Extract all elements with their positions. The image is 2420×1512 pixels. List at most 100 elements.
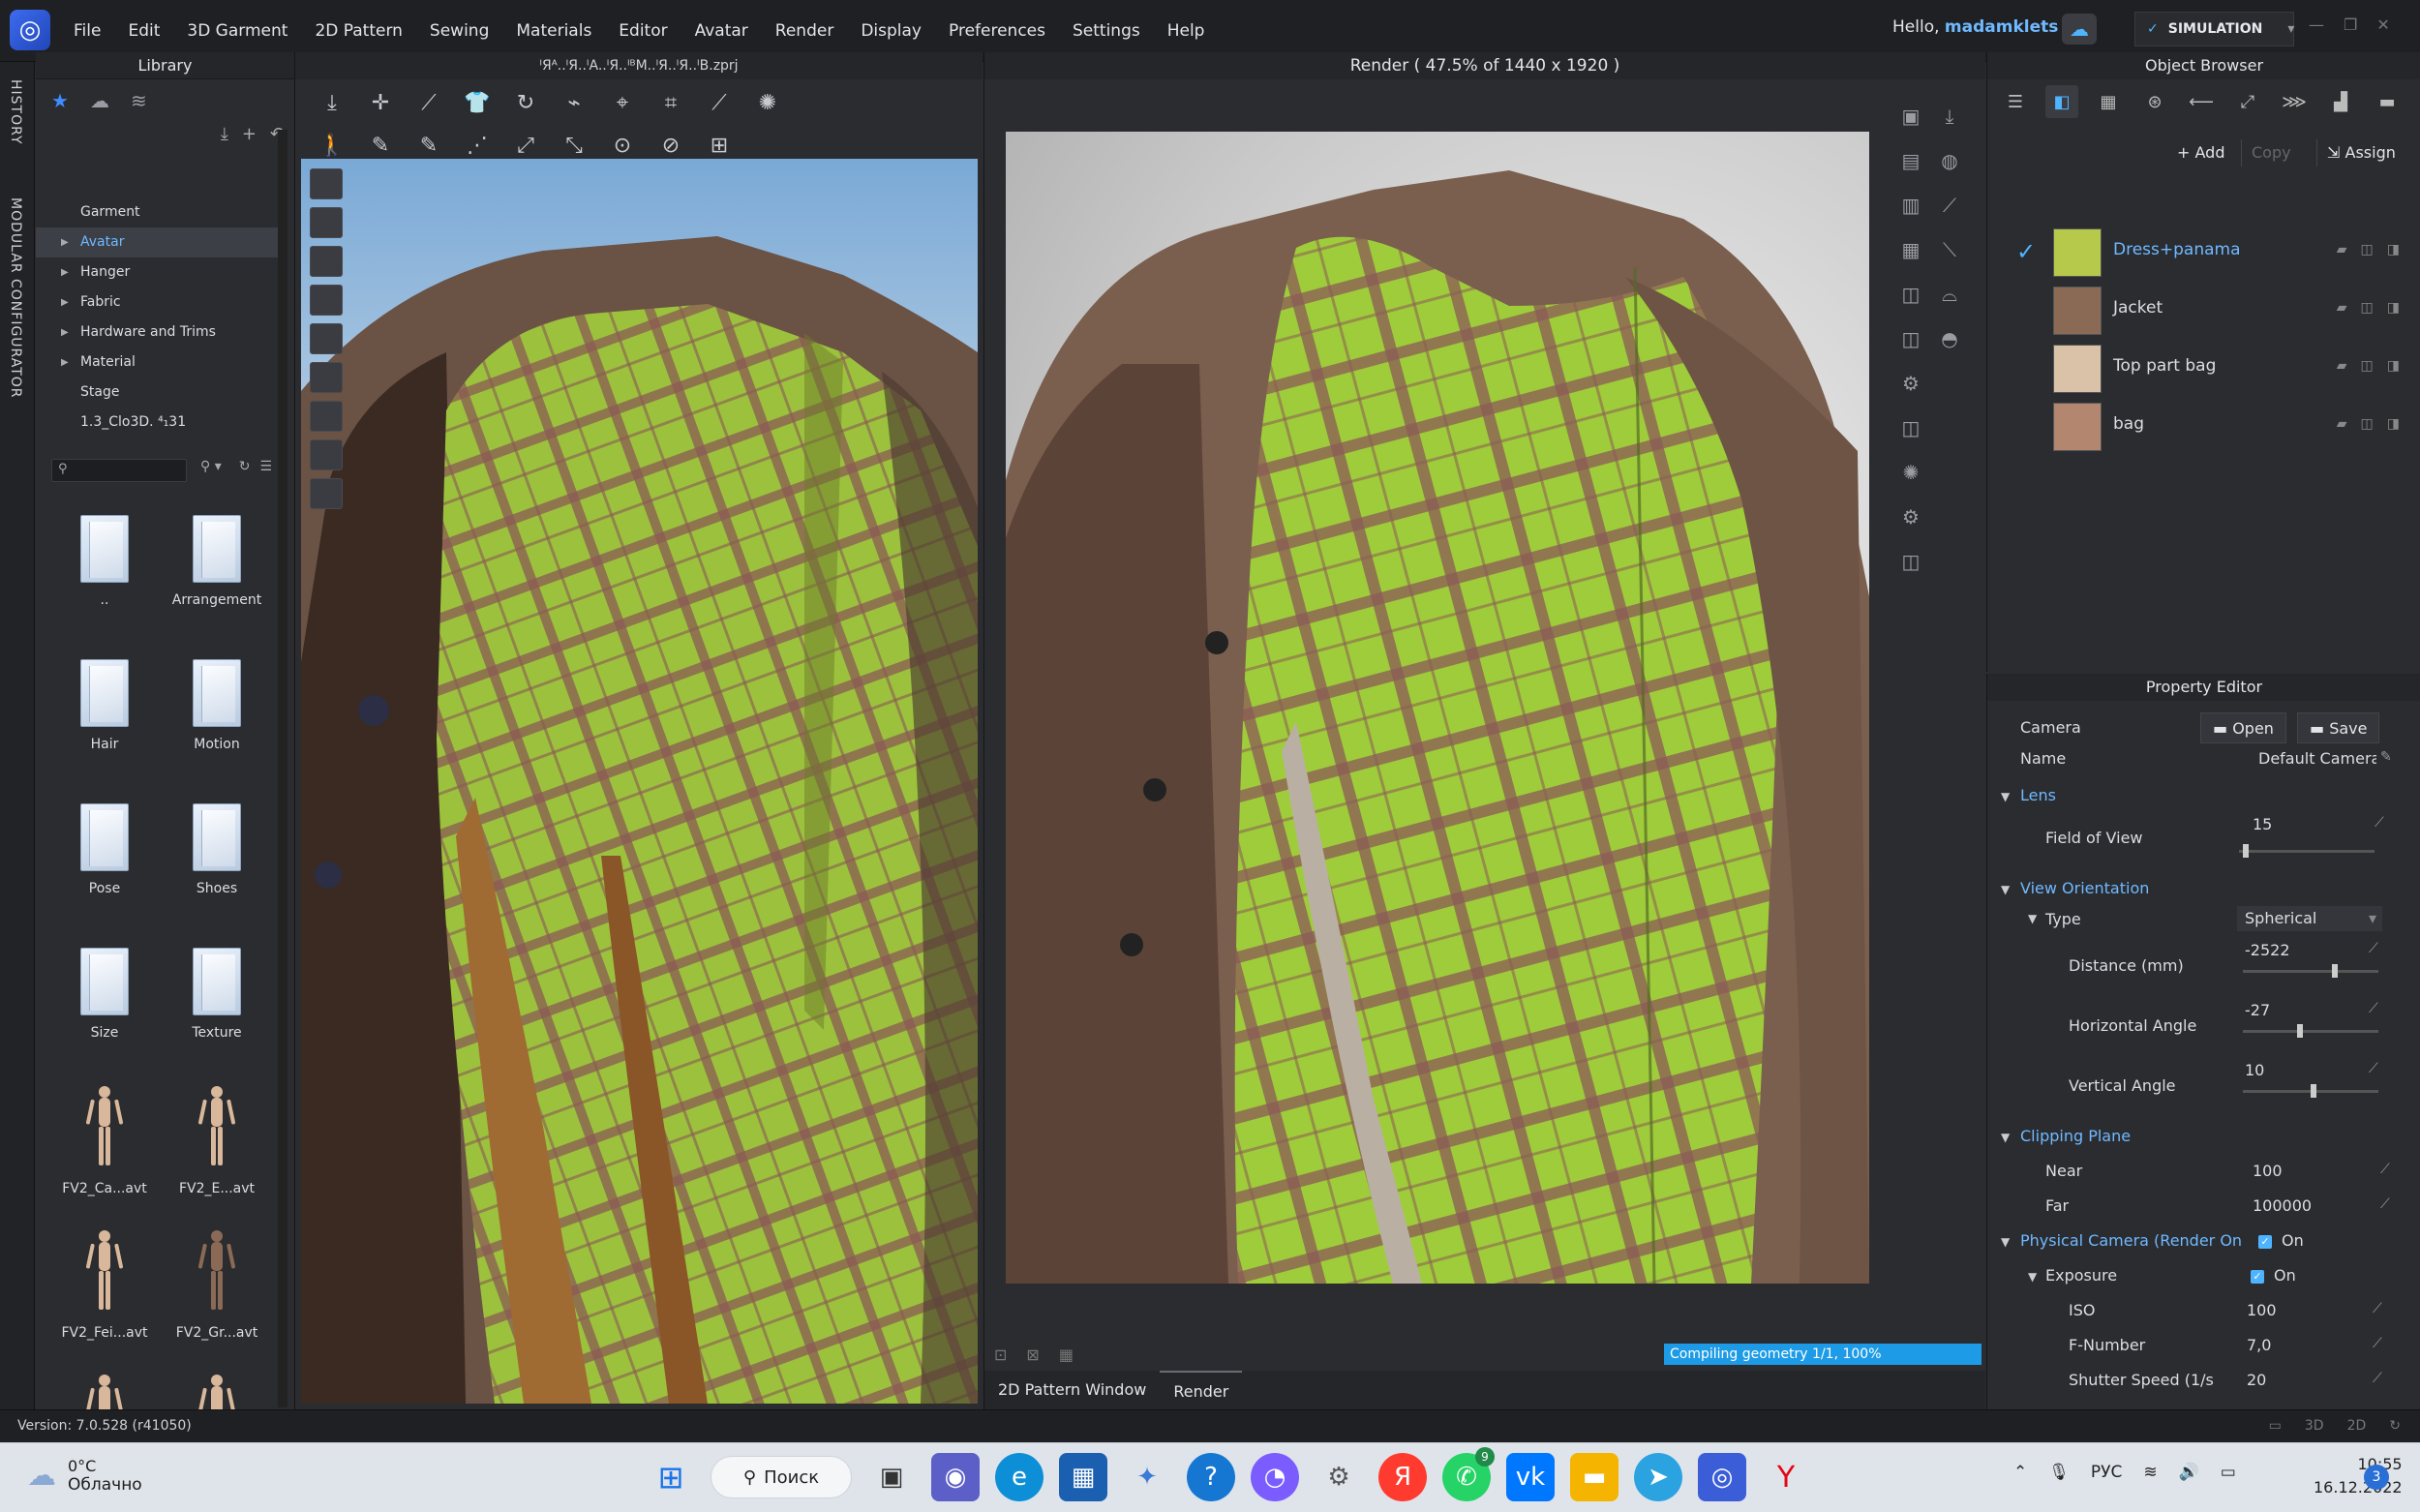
menu-preferences[interactable]: Preferences: [935, 21, 1059, 41]
fabric-copy-icon[interactable]: ◫: [2361, 300, 2374, 316]
refresh-icon[interactable]: ↻: [239, 459, 251, 474]
iso-value[interactable]: 100: [2247, 1301, 2277, 1319]
yandex-browser-icon[interactable]: Y: [1762, 1453, 1810, 1501]
edit-pencil-icon[interactable]: ✎: [2380, 749, 2392, 765]
username[interactable]: madamklets: [1945, 17, 2058, 37]
button-tab-icon[interactable]: ⊛: [2138, 85, 2171, 118]
fabric-copy-icon[interactable]: ◫: [2361, 416, 2374, 432]
library-filter[interactable]: ⚲ ▾ ↻ ☰: [187, 459, 284, 482]
garment-icon[interactable]: 👕: [460, 85, 495, 120]
physical-camera-toggle[interactable]: ✓ On: [2258, 1231, 2304, 1250]
library-tree-item[interactable]: Material: [36, 348, 278, 378]
shutter-speed-value[interactable]: 20: [2247, 1371, 2266, 1389]
library-scrollbar[interactable]: [278, 130, 287, 1407]
exposure-toggle[interactable]: ✓ On: [2251, 1266, 2296, 1285]
cloud-sync-icon[interactable]: ☁: [2062, 14, 2097, 45]
menu-2d-pattern[interactable]: 2D Pattern: [301, 21, 415, 41]
volume-icon[interactable]: 🔊: [2179, 1463, 2199, 1482]
messenger-icon[interactable]: ✦: [1123, 1453, 1171, 1501]
notification-badge[interactable]: 3: [2364, 1465, 2389, 1490]
far-value[interactable]: 100000: [2253, 1196, 2312, 1215]
pin-icon[interactable]: ⟋: [2369, 941, 2378, 956]
menu-avatar[interactable]: Avatar: [681, 21, 762, 41]
edit-curve-icon[interactable]: ✎: [411, 128, 446, 163]
minimize-icon[interactable]: —: [2309, 15, 2324, 34]
menu-materials[interactable]: Materials: [502, 21, 605, 41]
select-mesh-icon[interactable]: ⟋: [411, 85, 446, 120]
pin-icon[interactable]: ⟋: [2373, 1301, 2382, 1316]
seam-icon[interactable]: ⋰: [460, 128, 495, 163]
fabric-list-item[interactable]: Top part bag ▰ ◫ ◨: [1987, 339, 2420, 397]
tab-render[interactable]: Render: [1160, 1371, 1243, 1409]
render-image[interactable]: [1006, 132, 1869, 1284]
fabric-delete-icon[interactable]: ◨: [2387, 242, 2400, 257]
library-item[interactable]: Pose: [51, 796, 158, 917]
render-camera2-icon[interactable]: ◫: [1894, 323, 1927, 354]
fov-slider[interactable]: [2239, 844, 2375, 858]
teams-icon[interactable]: ◉: [931, 1453, 980, 1501]
distance-slider[interactable]: [2243, 964, 2378, 978]
library-item[interactable]: Shoes: [164, 796, 270, 917]
zipper-icon[interactable]: ⊞: [702, 128, 737, 163]
menu-help[interactable]: Help: [1154, 21, 1219, 41]
library-search-input[interactable]: ⚲: [51, 459, 187, 482]
library-item[interactable]: FV2_Fei...avt: [51, 1228, 158, 1349]
fold-arrangement-icon[interactable]: ↻: [508, 85, 543, 120]
settings-gear-icon[interactable]: ⚙: [1315, 1453, 1363, 1501]
clo3d-taskbar-icon[interactable]: ◎: [1698, 1453, 1746, 1501]
save-camera-button[interactable]: ▬ Save: [2297, 712, 2380, 743]
render-video-icon[interactable]: ▤: [1894, 145, 1927, 176]
render-camera-icon[interactable]: ◫: [1894, 279, 1927, 310]
whatsapp-icon[interactable]: ✆ 9: [1442, 1447, 1495, 1501]
fabric-delete-icon[interactable]: ◨: [2387, 416, 2400, 432]
distance-value[interactable]: -2522: [2245, 941, 2290, 959]
fabric-delete-icon[interactable]: ◨: [2387, 300, 2400, 316]
menu-render[interactable]: Render: [762, 21, 848, 41]
render-light-icon[interactable]: ⟋: [1933, 190, 1966, 221]
refresh-icon[interactable]: ↻: [2389, 1418, 2401, 1434]
trim-tab-icon[interactable]: ▟: [2324, 85, 2357, 118]
measure-icon[interactable]: ⌗: [653, 85, 688, 120]
open-camera-button[interactable]: ▬ Open: [2200, 712, 2286, 743]
tab-2d-pattern-window[interactable]: 2D Pattern Window: [984, 1371, 1160, 1409]
topstitch-tab-icon[interactable]: ⤢: [2231, 85, 2264, 118]
windows-start-icon[interactable]: ⊞: [647, 1453, 695, 1501]
library-item[interactable]: Hair: [51, 651, 158, 772]
taskbar-search[interactable]: ⚲ Поиск: [711, 1456, 852, 1498]
3d-viewport[interactable]: [301, 159, 978, 1404]
near-value[interactable]: 100: [2253, 1162, 2283, 1180]
language-indicator[interactable]: РУС: [2091, 1463, 2122, 1482]
pin-icon[interactable]: ⌖: [605, 85, 640, 120]
grid-icon[interactable]: ▦: [1059, 1346, 1074, 1364]
render-spot-icon[interactable]: ⟍: [1933, 234, 1966, 265]
telegram-icon[interactable]: ➤: [1634, 1453, 1682, 1501]
garment-view-icon[interactable]: [310, 207, 343, 238]
simulate-icon[interactable]: ⤓: [315, 85, 349, 120]
render-camera4-icon[interactable]: ◫: [1894, 546, 1927, 577]
library-tree-item[interactable]: Avatar: [36, 227, 278, 257]
pin-icon[interactable]: ⟋: [2373, 1371, 2382, 1386]
wifi-icon[interactable]: ≋: [2143, 1463, 2157, 1482]
library-item[interactable]: FV2_E...avt: [164, 1084, 270, 1205]
menu-edit[interactable]: Edit: [114, 21, 173, 41]
f-number-value[interactable]: 7,0: [2247, 1336, 2271, 1354]
avatar-pose-icon[interactable]: 🚶: [315, 128, 349, 163]
chevron-up-icon[interactable]: ⌃: [2013, 1463, 2027, 1482]
horizontal-angle-slider[interactable]: [2243, 1024, 2378, 1038]
file-explorer-icon[interactable]: ▬: [1570, 1453, 1618, 1501]
pin-icon[interactable]: ⟋: [2375, 815, 2384, 831]
edit-pattern-icon[interactable]: ✎: [363, 128, 398, 163]
texture-tab-icon[interactable]: ▦: [2092, 85, 2125, 118]
favorites-star-icon[interactable]: ★: [51, 89, 69, 112]
clo-logo-icon[interactable]: ◎: [10, 10, 50, 50]
3d-toggle-icon[interactable]: 3D: [2305, 1418, 2324, 1434]
alice-icon[interactable]: ◔: [1251, 1453, 1299, 1501]
avatar-view-icon[interactable]: [310, 168, 343, 199]
library-item[interactable]: Motion: [164, 651, 270, 772]
fabric-delete-icon[interactable]: ◨: [2387, 358, 2400, 374]
battery-icon[interactable]: ▭: [2221, 1463, 2236, 1482]
render-film-icon[interactable]: ▥: [1894, 190, 1927, 221]
yandex-icon[interactable]: Я: [1378, 1453, 1427, 1501]
render-dome-icon[interactable]: ◓: [1933, 323, 1966, 354]
help-icon[interactable]: ?: [1187, 1453, 1235, 1501]
